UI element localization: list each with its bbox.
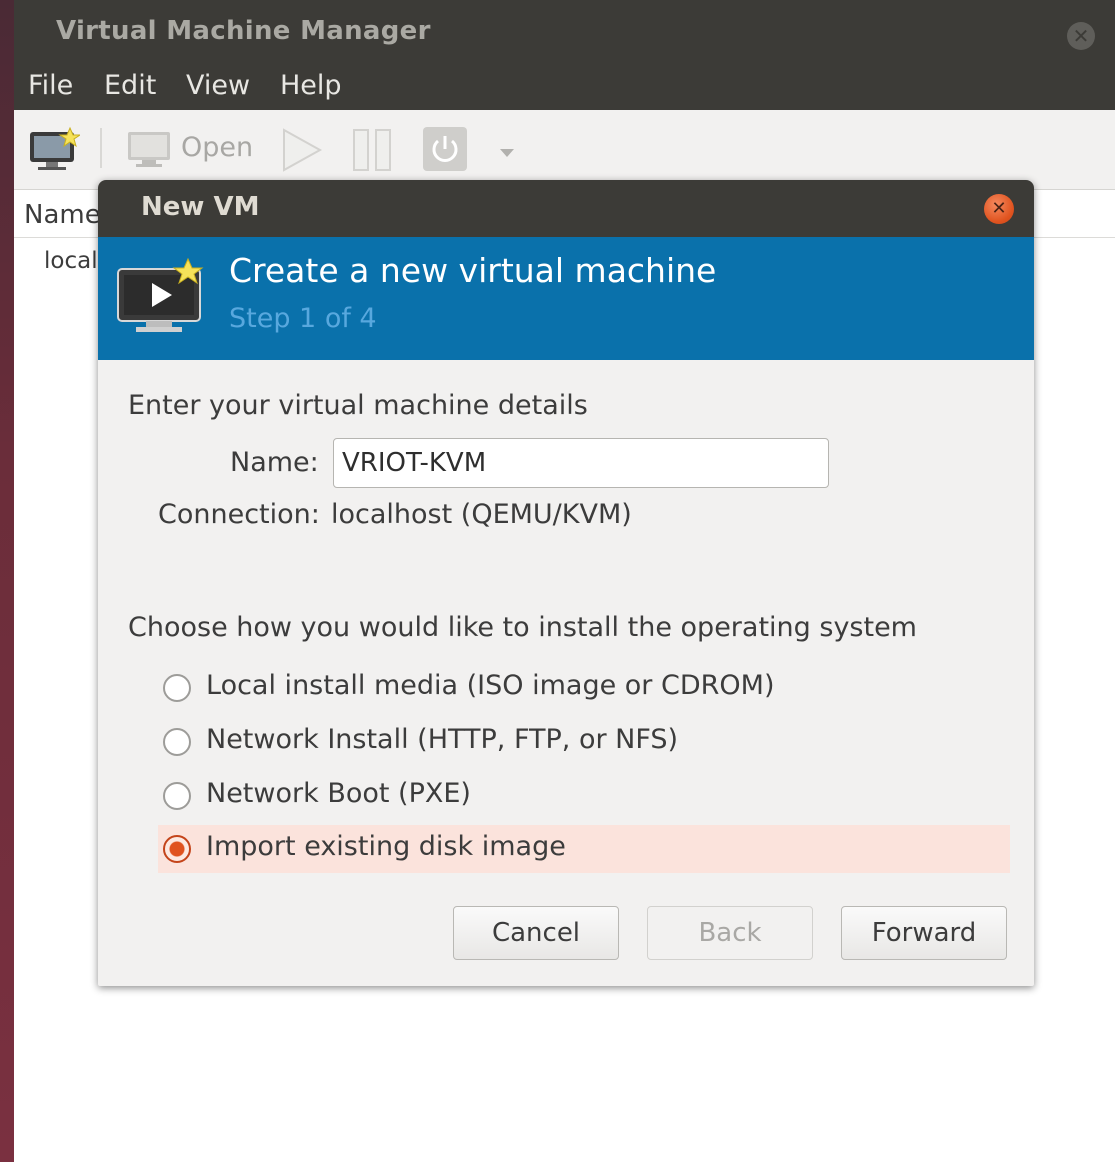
banner-title: Create a new virtual machine bbox=[229, 251, 717, 290]
toolbar: Open bbox=[14, 110, 1115, 190]
run-button[interactable] bbox=[280, 128, 324, 176]
menu-file[interactable]: File bbox=[28, 70, 73, 101]
pause-icon bbox=[353, 129, 391, 171]
name-label: Name: bbox=[230, 447, 319, 478]
pause-button[interactable] bbox=[352, 128, 394, 176]
open-label: Open bbox=[181, 132, 254, 163]
main-close-icon[interactable]: ✕ bbox=[1067, 22, 1095, 50]
banner-step: Step 1 of 4 bbox=[229, 303, 377, 334]
new-vm-icon bbox=[30, 126, 82, 170]
radio-button[interactable] bbox=[163, 835, 191, 863]
play-icon bbox=[283, 128, 323, 172]
radio-network-install[interactable]: Network Install (HTTP, FTP, or NFS) bbox=[158, 718, 1010, 766]
wizard-banner: Create a new virtual machine Step 1 of 4 bbox=[98, 237, 1034, 360]
name-input[interactable] bbox=[333, 438, 829, 488]
radio-label: Network Install (HTTP, FTP, or NFS) bbox=[206, 724, 679, 755]
radio-network-boot[interactable]: Network Boot (PXE) bbox=[158, 772, 1010, 820]
install-heading: Choose how you would like to install the… bbox=[128, 612, 917, 643]
radio-button[interactable] bbox=[163, 782, 191, 810]
menu-view[interactable]: View bbox=[186, 70, 250, 101]
back-button[interactable]: Back bbox=[647, 906, 813, 960]
radio-label: Local install media (ISO image or CDROM) bbox=[206, 670, 775, 701]
connection-value: localhost (QEMU/KVM) bbox=[331, 499, 632, 530]
monitor-icon bbox=[128, 132, 170, 167]
radio-button[interactable] bbox=[163, 674, 191, 702]
toolbar-separator bbox=[100, 128, 102, 168]
open-button[interactable] bbox=[126, 130, 174, 174]
menu-help[interactable]: Help bbox=[280, 70, 342, 101]
new-vm-button[interactable] bbox=[28, 126, 82, 176]
main-window-title: Virtual Machine Manager bbox=[56, 16, 431, 46]
radio-button[interactable] bbox=[163, 728, 191, 756]
radio-import-disk-image[interactable]: Import existing disk image bbox=[158, 825, 1010, 873]
menu-edit[interactable]: Edit bbox=[104, 70, 156, 101]
dialog-title: New VM bbox=[141, 192, 260, 222]
menubar: File Edit View Help bbox=[14, 64, 1115, 110]
forward-button[interactable]: Forward bbox=[841, 906, 1007, 960]
main-titlebar: Virtual Machine Manager ✕ bbox=[14, 0, 1115, 68]
radio-label: Network Boot (PXE) bbox=[206, 778, 471, 809]
chevron-down-icon bbox=[500, 149, 514, 157]
connection-row[interactable]: local bbox=[44, 248, 98, 274]
desktop-background bbox=[0, 0, 14, 1162]
shutdown-button[interactable] bbox=[422, 126, 468, 176]
radio-label: Import existing disk image bbox=[206, 831, 566, 862]
connection-label: Connection: bbox=[158, 499, 320, 530]
cancel-button[interactable]: Cancel bbox=[453, 906, 619, 960]
dialog-titlebar: New VM ✕ bbox=[98, 180, 1034, 237]
new-vm-dialog: New VM ✕ Create a new virtual machine St… bbox=[98, 180, 1034, 986]
column-name-header[interactable]: Name bbox=[24, 200, 101, 230]
power-icon bbox=[423, 127, 467, 171]
shutdown-menu-button[interactable] bbox=[498, 144, 516, 163]
radio-local-install[interactable]: Local install media (ISO image or CDROM) bbox=[158, 664, 1010, 712]
details-heading: Enter your virtual machine details bbox=[128, 390, 588, 421]
dialog-close-icon[interactable]: ✕ bbox=[984, 194, 1014, 224]
new-vm-banner-icon bbox=[116, 255, 208, 341]
